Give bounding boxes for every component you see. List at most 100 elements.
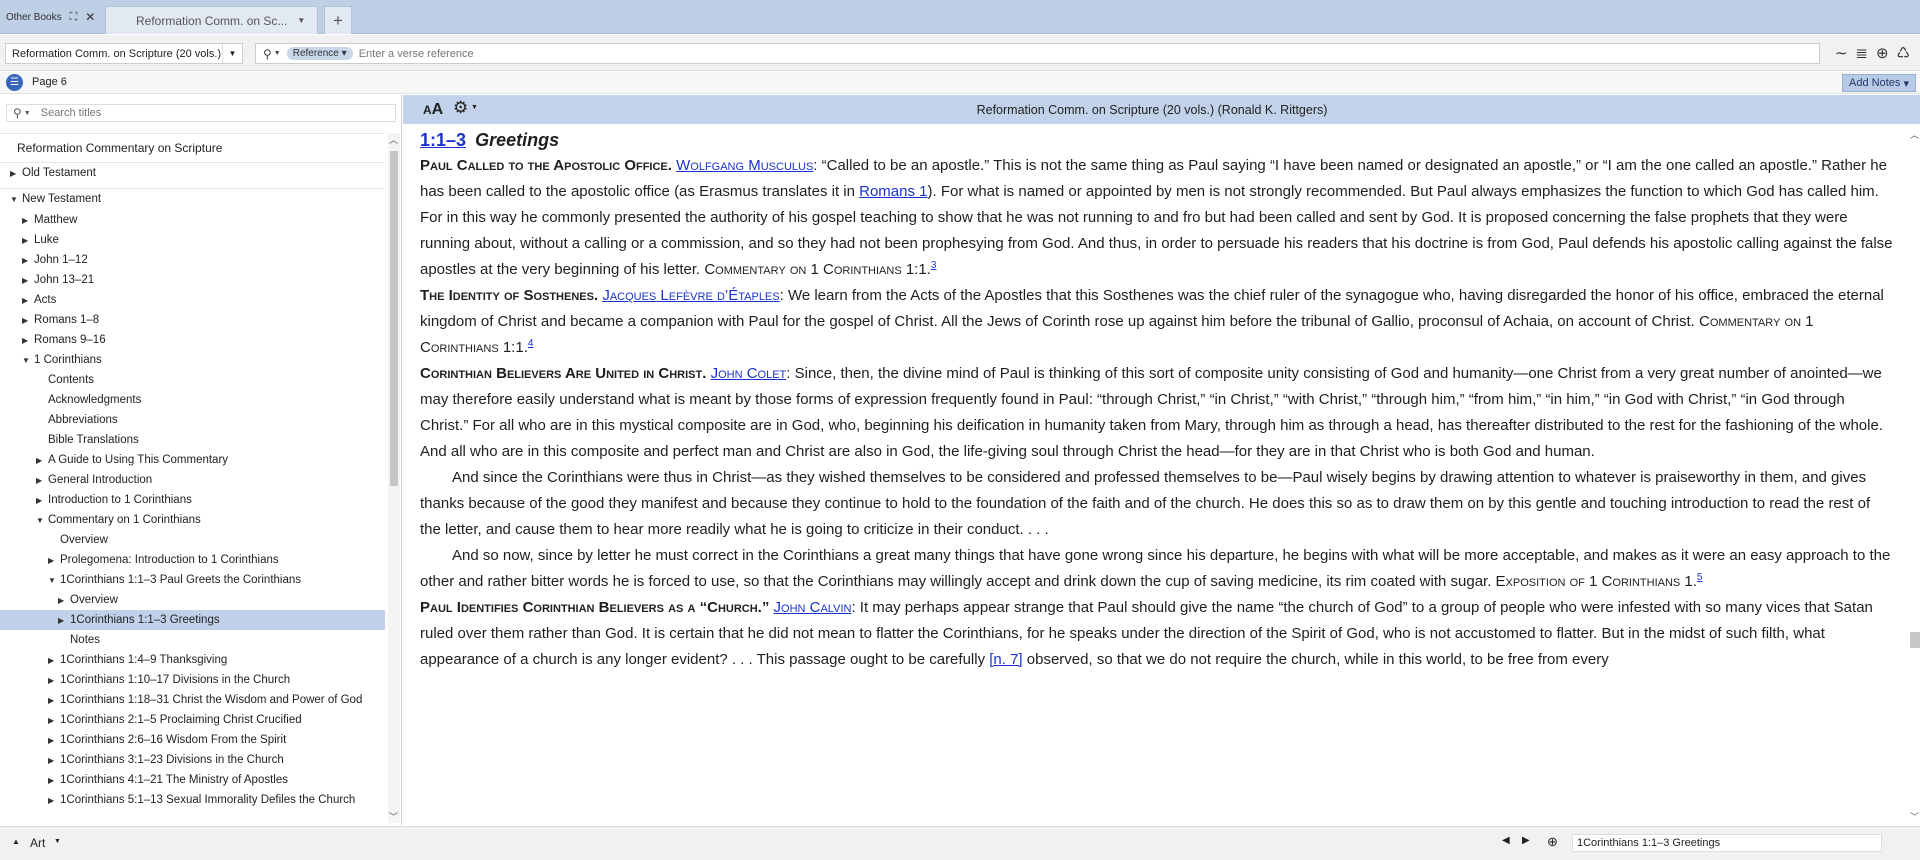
toc-root-title[interactable]: Reformation Commentary on Scripture bbox=[17, 141, 222, 155]
reference-search-bar[interactable]: ⚲ ▼ Reference ▾ bbox=[255, 43, 1820, 64]
art-panel-toggle[interactable]: Art bbox=[30, 836, 45, 850]
collapsed-arrow-icon[interactable]: ▶ bbox=[22, 296, 34, 305]
collapsed-arrow-icon[interactable]: ▶ bbox=[22, 236, 34, 245]
scrollbar-thumb[interactable] bbox=[1910, 632, 1920, 648]
add-circle-icon[interactable]: ⊕ bbox=[1876, 44, 1889, 62]
toc-item[interactable]: ▶ Overview bbox=[0, 590, 385, 610]
toc-item[interactable]: Notes bbox=[0, 630, 385, 650]
globe-icon[interactable]: ⊕ bbox=[1547, 834, 1558, 850]
author-link[interactable]: Jacques Lefèvre d’Étaples bbox=[602, 287, 779, 304]
toc-toggle-icon[interactable]: ☰ bbox=[6, 74, 23, 91]
collapsed-arrow-icon[interactable]: ▶ bbox=[48, 716, 60, 725]
toc-item[interactable]: ▼ 1Corinthians 1:1–3 Paul Greets the Cori… bbox=[0, 570, 385, 590]
search-icon[interactable]: ⚲ bbox=[13, 106, 22, 120]
toc-item[interactable]: Contents bbox=[0, 370, 385, 390]
collapsed-arrow-icon[interactable]: ▶ bbox=[48, 736, 60, 745]
expand-icon[interactable]: ⛶ bbox=[70, 11, 78, 24]
expanded-arrow-icon[interactable]: ▼ bbox=[36, 516, 48, 525]
collapsed-arrow-icon[interactable]: ▶ bbox=[36, 476, 48, 485]
toc-item[interactable]: ▶ 1Corinthians 1:1–3 Greetings bbox=[0, 610, 385, 630]
toc-item[interactable]: ▶ 1Corinthians 2:1–5 Proclaiming Christ C… bbox=[0, 710, 385, 730]
collapsed-arrow-icon[interactable]: ▶ bbox=[48, 676, 60, 685]
toc-item[interactable]: ▶ General Introduction bbox=[0, 470, 385, 490]
collapsed-arrow-icon[interactable]: ▶ bbox=[36, 456, 48, 465]
chevron-down-icon[interactable]: ▼ bbox=[297, 16, 305, 25]
collapsed-arrow-icon[interactable]: ▶ bbox=[58, 616, 70, 625]
verse-reference-link[interactable]: 1:1–3 bbox=[420, 130, 466, 150]
title-search-input[interactable] bbox=[40, 107, 361, 119]
toc-item[interactable]: ▶ 1Corinthians 1:4–9 Thanksgiving bbox=[0, 650, 385, 670]
footnote-link[interactable]: 5 bbox=[1697, 572, 1703, 583]
toc-item[interactable]: ▶ Romans 1–8 bbox=[0, 310, 385, 330]
list-icon[interactable]: ≣ bbox=[1855, 44, 1868, 62]
collapsed-arrow-icon[interactable]: ▶ bbox=[22, 276, 34, 285]
tab-other-books[interactable]: Other Books ⛶ ✕ bbox=[0, 0, 102, 34]
scroll-up-icon[interactable]: ︿ bbox=[389, 133, 398, 146]
toc-item[interactable]: ▶ A Guide to Using This Commentary bbox=[0, 450, 385, 470]
footnote-link[interactable]: 4 bbox=[528, 338, 534, 349]
next-icon[interactable]: ▶ bbox=[1522, 835, 1530, 846]
search-icon[interactable]: ⚲ bbox=[263, 47, 272, 61]
footnote-link[interactable]: 3 bbox=[931, 260, 937, 271]
toc-item[interactable]: ▶ Luke bbox=[0, 230, 385, 250]
sidebar-scrollbar[interactable]: ︿ ﹀ bbox=[388, 133, 400, 823]
toc-item[interactable]: ▼ Commentary on 1 Corinthians bbox=[0, 510, 385, 530]
collapsed-arrow-icon[interactable]: ▶ bbox=[22, 256, 34, 265]
chevron-down-icon[interactable]: ▼ bbox=[54, 838, 61, 845]
collapsed-arrow-icon[interactable]: ▶ bbox=[36, 496, 48, 505]
chevron-down-icon[interactable]: ▼ bbox=[222, 44, 242, 63]
expanded-arrow-icon[interactable]: ▼ bbox=[22, 356, 34, 365]
author-link[interactable]: Wolfgang Musculus bbox=[676, 157, 813, 174]
expanded-arrow-icon[interactable]: ▼ bbox=[48, 576, 60, 585]
toc-item[interactable]: ▶ 1Corinthians 1:10–17 Divisions in the C… bbox=[0, 670, 385, 690]
collapsed-arrow-icon[interactable]: ▶ bbox=[48, 656, 60, 665]
title-search-box[interactable]: ⚲ ▼ bbox=[6, 104, 396, 122]
toc-item[interactable]: ▶ John 1–12 bbox=[0, 250, 385, 270]
reading-pane-scrollbar[interactable]: ︿ ﹀ bbox=[1908, 95, 1920, 825]
toc-item[interactable]: ▶ Prolegomena: Introduction to 1 Corinthi… bbox=[0, 550, 385, 570]
toc-item[interactable]: ▶ 1Corinthians 1:18–31 Christ the Wisdom … bbox=[0, 690, 385, 710]
tab-reformation-commentary[interactable]: Reformation Comm. on Sc... ▼ bbox=[105, 6, 318, 34]
wave-icon[interactable]: ∼ bbox=[1835, 44, 1848, 62]
toc-item[interactable]: ▶ Old Testament bbox=[0, 163, 385, 183]
toc-item[interactable]: ▶ 1Corinthians 4:1–21 The Ministry of Apo… bbox=[0, 770, 385, 790]
reference-type-pill[interactable]: Reference ▾ bbox=[286, 47, 353, 60]
toc-item[interactable]: ▶ Introduction to 1 Corinthians bbox=[0, 490, 385, 510]
collapsed-arrow-icon[interactable]: ▶ bbox=[48, 556, 60, 565]
collapsed-arrow-icon[interactable]: ▶ bbox=[48, 696, 60, 705]
recycle-icon[interactable]: ♺ bbox=[1897, 44, 1910, 62]
collapsed-arrow-icon[interactable]: ▶ bbox=[10, 169, 22, 178]
collapsed-arrow-icon[interactable]: ▶ bbox=[22, 316, 34, 325]
collapsed-arrow-icon[interactable]: ▶ bbox=[48, 796, 60, 805]
collapsed-arrow-icon[interactable]: ▶ bbox=[22, 336, 34, 345]
previous-icon[interactable]: ◀ bbox=[1502, 835, 1510, 846]
toc-item[interactable]: ▶ Acts bbox=[0, 290, 385, 310]
chevron-down-icon[interactable]: ▼ bbox=[24, 110, 31, 117]
resource-selector[interactable]: Reformation Comm. on Scripture (20 vols.… bbox=[5, 43, 243, 64]
bible-reference-link[interactable]: Romans 1 bbox=[859, 183, 927, 200]
toc-item[interactable]: ▶ 1Corinthians 3:1–23 Divisions in the Ch… bbox=[0, 750, 385, 770]
toc-item[interactable]: Abbreviations bbox=[0, 410, 385, 430]
close-icon[interactable]: ✕ bbox=[85, 10, 95, 24]
toc-item[interactable]: ▶ 1Corinthians 2:6–16 Wisdom From the Spi… bbox=[0, 730, 385, 750]
scrollbar-thumb[interactable] bbox=[390, 151, 398, 486]
chevron-down-icon[interactable]: ▼ bbox=[274, 50, 281, 57]
expanded-arrow-icon[interactable]: ▼ bbox=[10, 195, 22, 204]
collapsed-arrow-icon[interactable]: ▶ bbox=[48, 756, 60, 765]
toc-item[interactable]: Bible Translations bbox=[0, 430, 385, 450]
scroll-down-icon[interactable]: ﹀ bbox=[1910, 810, 1919, 823]
scroll-down-icon[interactable]: ﹀ bbox=[389, 810, 398, 823]
toc-item[interactable]: ▶ John 13–21 bbox=[0, 270, 385, 290]
scroll-up-icon[interactable]: ︿ bbox=[1910, 128, 1919, 141]
toc-item[interactable]: ▶ 1Corinthians 5:1–13 Sexual Immorality D… bbox=[0, 790, 385, 810]
collapsed-arrow-icon[interactable]: ▶ bbox=[22, 216, 34, 225]
author-link[interactable]: John Calvin bbox=[774, 599, 852, 616]
toc-item[interactable]: ▼ New Testament bbox=[0, 189, 385, 209]
footnote-link[interactable]: [n. 7] bbox=[989, 651, 1022, 668]
author-link[interactable]: John Colet bbox=[711, 365, 787, 382]
chevron-up-icon[interactable]: ▲ bbox=[12, 837, 20, 846]
toc-item[interactable]: ▶ Matthew bbox=[0, 210, 385, 230]
toc-item[interactable]: Acknowledgments bbox=[0, 390, 385, 410]
collapsed-arrow-icon[interactable]: ▶ bbox=[58, 596, 70, 605]
toc-item[interactable]: ▶ Romans 9–16 bbox=[0, 330, 385, 350]
